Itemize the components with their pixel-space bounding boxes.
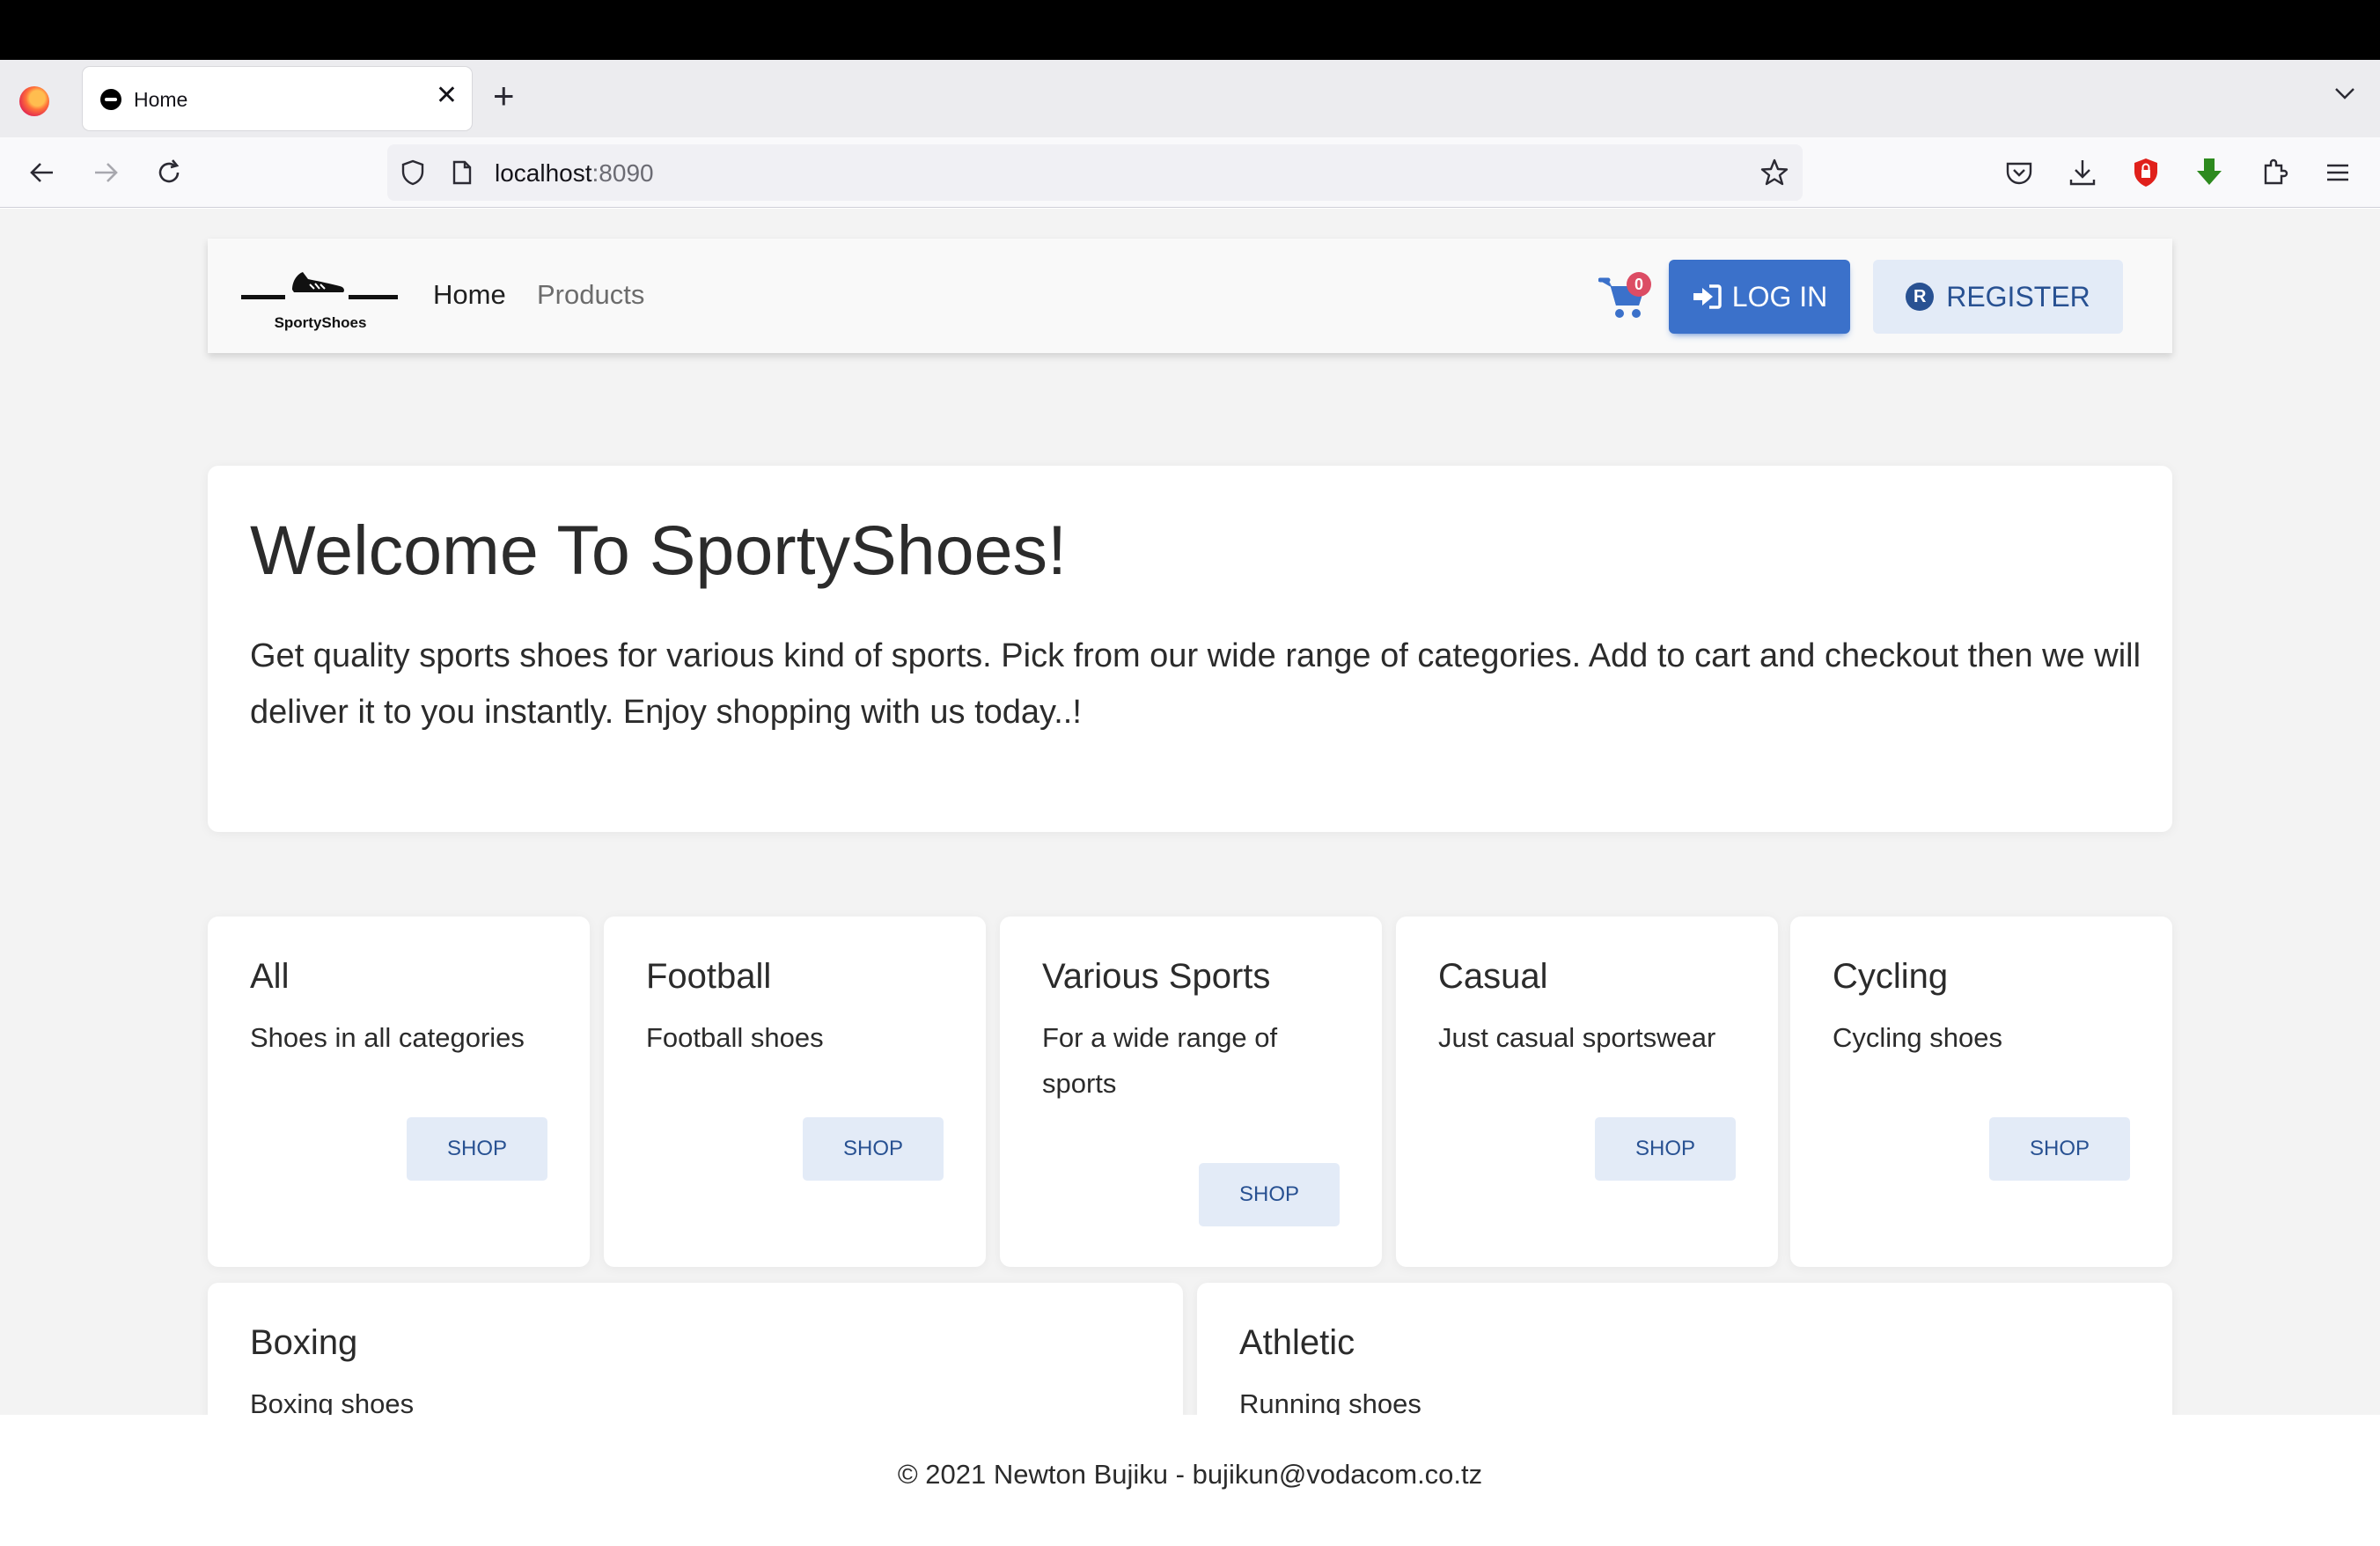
category-card-athletic: Athletic Running shoes	[1197, 1283, 2172, 1415]
page-info-icon[interactable]	[451, 159, 474, 186]
address-bar[interactable]: localhost:8090	[387, 144, 1803, 201]
chevron-down-icon[interactable]	[2332, 81, 2357, 106]
welcome-text: Get quality sports shoes for various kin…	[250, 637, 2141, 731]
shoe-logo-icon	[241, 272, 398, 299]
window-top-bar	[0, 0, 2380, 60]
category-description: Running shoes	[1239, 1388, 1421, 1415]
category-card-cycling: Cycling Cycling shoes SHOP	[1790, 917, 2172, 1267]
firefox-logo-icon	[19, 86, 49, 116]
close-tab-icon[interactable]: ✕	[436, 83, 458, 109]
category-card-all: All Shoes in all categories SHOP	[208, 917, 590, 1267]
tab-home[interactable]: Home ✕	[83, 67, 472, 130]
ublock-shield-icon[interactable]	[2128, 155, 2163, 190]
welcome-card: Welcome To SportyShoes! Get quality spor…	[208, 466, 2172, 832]
tab-title: Home	[134, 88, 188, 111]
tab-strip: Home ✕ +	[0, 60, 2380, 137]
category-card-various-sports: Various Sports For a wide range of sport…	[1000, 917, 1382, 1267]
nav-home-link[interactable]: Home	[433, 279, 506, 311]
url-port: :8090	[591, 159, 654, 187]
site-navbar: SportyShoes Home Products 0 LOG IN R REG…	[208, 239, 2172, 353]
category-card-football: Football Football shoes SHOP	[604, 917, 986, 1267]
category-description: Just casual sportswear	[1438, 1022, 1716, 1053]
sign-in-icon	[1693, 284, 1722, 309]
register-button[interactable]: R REGISTER	[1873, 260, 2123, 334]
shop-button-football[interactable]: SHOP	[803, 1117, 944, 1181]
green-download-arrow-icon[interactable]	[2192, 155, 2227, 190]
back-arrow-icon[interactable]	[25, 155, 60, 190]
category-title: Boxing	[250, 1323, 358, 1362]
site-footer: © 2021 Newton Bujiku - bujikun@vodacom.c…	[0, 1415, 2380, 1546]
category-title: Athletic	[1239, 1323, 1355, 1362]
login-button[interactable]: LOG IN	[1669, 260, 1850, 334]
bookmark-star-icon[interactable]	[1759, 157, 1790, 188]
shop-button-casual[interactable]: SHOP	[1595, 1117, 1736, 1181]
category-title: Various Sports	[1042, 957, 1271, 996]
category-description: Shoes in all categories	[250, 1022, 525, 1053]
category-description: Cycling shoes	[1833, 1022, 2002, 1053]
shop-button-various-sports[interactable]: SHOP	[1199, 1163, 1340, 1226]
site-favicon-icon	[100, 89, 121, 110]
category-card-casual: Casual Just casual sportswear SHOP	[1396, 917, 1778, 1267]
logo-text: SportyShoes	[274, 314, 367, 331]
url-text[interactable]: localhost:8090	[495, 159, 654, 188]
category-description: For a wide range of sports	[1042, 1022, 1278, 1099]
shield-icon[interactable]	[400, 158, 426, 187]
nav-products-link[interactable]: Products	[537, 279, 644, 311]
category-title: All	[250, 957, 290, 996]
category-title: Football	[646, 957, 772, 996]
page-content: SportyShoes Home Products 0 LOG IN R REG…	[0, 209, 2380, 1415]
category-card-boxing: Boxing Boxing shoes	[208, 1283, 1183, 1415]
extensions-puzzle-icon[interactable]	[2257, 155, 2292, 190]
shop-button-all[interactable]: SHOP	[407, 1117, 547, 1181]
url-host: localhost	[495, 159, 592, 187]
register-label: REGISTER	[1946, 280, 2090, 313]
browser-toolbar: localhost:8090	[0, 137, 2380, 208]
reload-icon[interactable]	[151, 155, 187, 190]
login-label: LOG IN	[1731, 280, 1828, 313]
category-description: Football shoes	[646, 1022, 824, 1053]
download-icon[interactable]	[2065, 155, 2100, 190]
footer-copyright: © 2021 Newton Bujiku - bujikun@vodacom.c…	[897, 1459, 1483, 1490]
pocket-icon[interactable]	[2002, 155, 2037, 190]
category-title: Cycling	[1833, 957, 1949, 996]
registered-icon: R	[1906, 283, 1935, 311]
category-title: Casual	[1438, 957, 1548, 996]
hamburger-menu-icon[interactable]	[2320, 155, 2355, 190]
page-title: Welcome To SportyShoes!	[250, 511, 1067, 589]
forward-arrow-icon[interactable]	[88, 155, 123, 190]
cart-count-badge: 0	[1627, 272, 1651, 297]
site-logo[interactable]: SportyShoes	[241, 260, 400, 334]
shop-button-cycling[interactable]: SHOP	[1989, 1117, 2130, 1181]
category-description: Boxing shoes	[250, 1388, 415, 1415]
new-tab-icon[interactable]: +	[493, 77, 515, 114]
